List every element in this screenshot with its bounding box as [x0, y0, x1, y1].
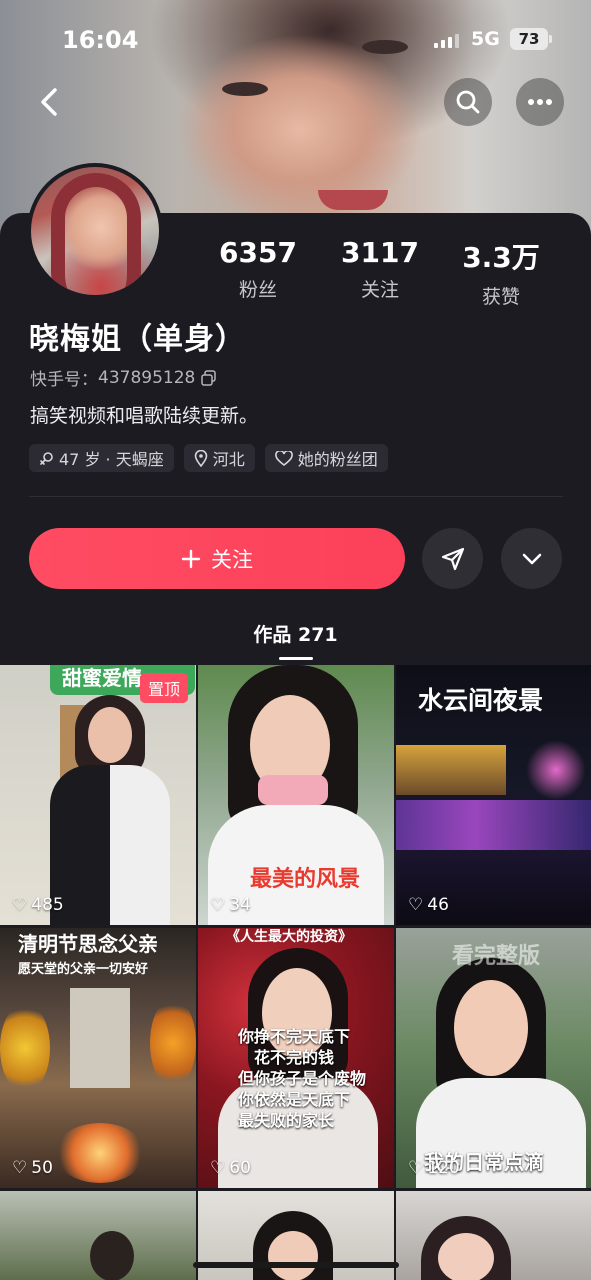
stat-fans[interactable]: 6357 粉丝	[203, 236, 313, 302]
post-likes: ♡ 485	[12, 895, 64, 915]
likes-count: 3.3万	[462, 241, 540, 274]
watermark: 看完整版	[452, 944, 541, 969]
tag-age: 47 岁 · 天蝎座	[29, 444, 174, 472]
chevron-left-icon	[41, 88, 57, 116]
post-title: 最美的风景	[250, 867, 361, 892]
kuaishou-id-label: 快手号：	[30, 370, 98, 390]
search-icon	[456, 90, 480, 114]
post-likes: ♡ 50	[12, 1158, 53, 1178]
avatar[interactable]	[27, 163, 163, 299]
post-thumbnail[interactable]: 看完整版 我的日常点滴 ♡ 120	[396, 928, 591, 1188]
heart-icon: ♡	[210, 895, 226, 915]
more-dots-icon	[528, 99, 552, 105]
follow-label: 关注	[211, 547, 253, 572]
signal-icon	[434, 34, 459, 48]
heart-icon: ♡	[12, 895, 28, 915]
likes-label: 获赞	[481, 286, 520, 308]
post-subtitle: 愿天堂的父亲一切安好	[18, 962, 149, 977]
battery-icon: 73	[510, 28, 552, 50]
tag-fan-group[interactable]: 她的粉丝团	[264, 444, 388, 472]
tag-location-label: 河北	[212, 450, 245, 469]
heart-icon: ♡	[12, 1158, 28, 1178]
profile-name: 晓梅姐（单身）	[29, 322, 246, 357]
heart-icon	[274, 450, 293, 466]
status-time: 16:04	[62, 26, 139, 54]
tab-indicator	[279, 657, 313, 660]
copy-icon[interactable]	[201, 369, 217, 386]
plus-icon	[181, 549, 201, 568]
profile-tags: 47 岁 · 天蝎座 河北 她的粉丝团	[29, 444, 388, 472]
fans-label: 粉丝	[238, 279, 277, 301]
heart-icon: ♡	[210, 1158, 226, 1178]
pinned-badge: 置顶	[139, 673, 188, 703]
tag-age-label: 47 岁 · 天蝎座	[59, 450, 164, 469]
post-thumbnail[interactable]: 《人生最大的投资》 你挣不完天底下 花不完的钱 但你孩子是个废物 你依然是天底下…	[198, 928, 394, 1188]
stat-likes[interactable]: 3.3万 获赞	[446, 236, 556, 309]
post-thumbnail[interactable]: 甜蜜爱情 置顶 ♡ 485	[0, 665, 196, 925]
post-title: 《人生最大的投资》	[226, 929, 352, 945]
post-thumbnail[interactable]: 清明节思念父亲 愿天堂的父亲一切安好 ♡ 50	[0, 928, 196, 1188]
post-thumbnail[interactable]: 最美的风景 ♡ 34	[198, 665, 394, 925]
post-likes: ♡ 60	[210, 1158, 251, 1178]
profile-bio: 搞笑视频和唱歌陆续更新。	[30, 405, 259, 427]
tab-works[interactable]: 作品 271	[0, 620, 591, 647]
back-button[interactable]	[26, 78, 74, 126]
fans-count: 6357	[219, 236, 297, 269]
post-thumbnail[interactable]: 水云间夜景 ♡ 46	[396, 665, 591, 925]
post-thumbnail[interactable]	[396, 1191, 591, 1280]
post-likes: ♡ 46	[408, 895, 449, 915]
kuaishou-id: 437895128	[98, 367, 196, 388]
post-caption: 你挣不完天底下 花不完的钱 但你孩子是个废物 你依然是天底下 最失败的家长	[238, 1027, 367, 1130]
post-title: 水云间夜景	[418, 686, 544, 715]
send-icon	[441, 547, 464, 570]
post-thumbnail[interactable]	[0, 1191, 196, 1280]
more-button[interactable]	[516, 78, 564, 126]
expand-button[interactable]	[501, 528, 562, 589]
follow-button[interactable]: 关注	[29, 528, 405, 589]
tag-location: 河北	[183, 444, 255, 472]
post-title: 清明节思念父亲	[18, 932, 158, 956]
kuaishou-id-row[interactable]: 快手号： 437895128	[30, 365, 217, 390]
divider	[29, 496, 563, 497]
search-button[interactable]	[444, 78, 492, 126]
chevron-down-icon	[522, 553, 541, 564]
heart-icon: ♡	[408, 895, 424, 915]
tag-fan-group-label: 她的粉丝团	[297, 450, 378, 469]
following-count: 3117	[341, 236, 419, 269]
post-title: 甜蜜爱情	[62, 666, 142, 690]
post-likes: ♡ 34	[210, 895, 251, 915]
share-button[interactable]	[422, 528, 483, 589]
location-pin-icon	[194, 449, 208, 467]
heart-icon: ♡	[408, 1158, 424, 1178]
post-likes: ♡ 120	[408, 1158, 460, 1178]
home-indicator[interactable]	[193, 1262, 399, 1268]
stat-following[interactable]: 3117 关注	[325, 236, 435, 302]
status-bar: 16:04 5G 73	[0, 0, 591, 80]
network-type: 5G	[471, 28, 500, 50]
female-icon	[40, 451, 53, 465]
following-label: 关注	[360, 279, 399, 301]
